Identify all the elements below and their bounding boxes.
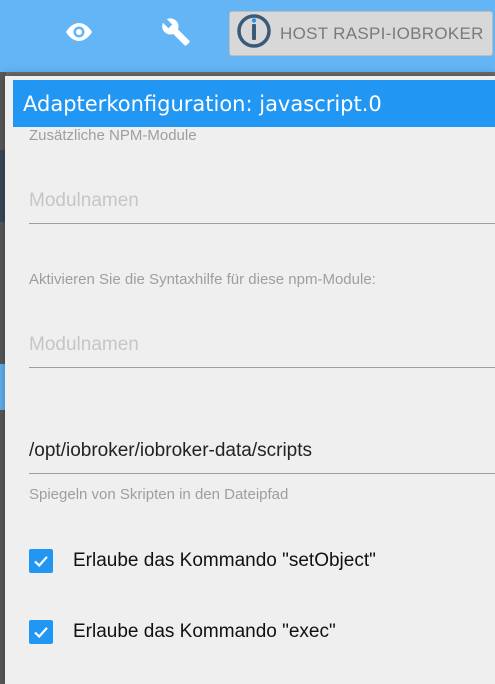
mirror-path-helper: Spiegeln von Skripten in den Dateipfad bbox=[29, 486, 289, 503]
exec-checkbox[interactable] bbox=[29, 620, 53, 644]
mirror-path-input[interactable] bbox=[29, 434, 495, 474]
npm-modules-input[interactable] bbox=[29, 184, 495, 224]
iobroker-logo-icon bbox=[236, 13, 272, 54]
dialog-title: Adapterkonfiguration: javascript.0 bbox=[13, 80, 495, 127]
adapter-config-dialog: Adapterkonfiguration: javascript.0 Zusät… bbox=[5, 76, 495, 684]
syntax-help-input[interactable] bbox=[29, 328, 495, 368]
wrench-icon[interactable] bbox=[158, 14, 194, 50]
setobject-checkbox[interactable] bbox=[29, 549, 53, 573]
exec-checkbox-row[interactable]: Erlaube das Kommando "exec" bbox=[29, 617, 336, 647]
syntax-help-label: Aktivieren Sie die Syntaxhilfe für diese… bbox=[29, 271, 376, 288]
host-button[interactable]: HOST RASPI-IOBROKER bbox=[229, 11, 493, 56]
app-top-bar: HOST RASPI-IOBROKER bbox=[0, 0, 495, 72]
host-label: HOST RASPI-IOBROKER bbox=[280, 23, 484, 43]
eye-icon[interactable] bbox=[61, 14, 97, 50]
npm-modules-label: Zusätzliche NPM-Module bbox=[29, 127, 197, 144]
setobject-label: Erlaube das Kommando "setObject" bbox=[73, 550, 376, 571]
exec-label: Erlaube das Kommando "exec" bbox=[73, 621, 336, 642]
check-icon bbox=[34, 627, 48, 639]
setobject-checkbox-row[interactable]: Erlaube das Kommando "setObject" bbox=[29, 546, 376, 576]
check-icon bbox=[34, 556, 48, 568]
